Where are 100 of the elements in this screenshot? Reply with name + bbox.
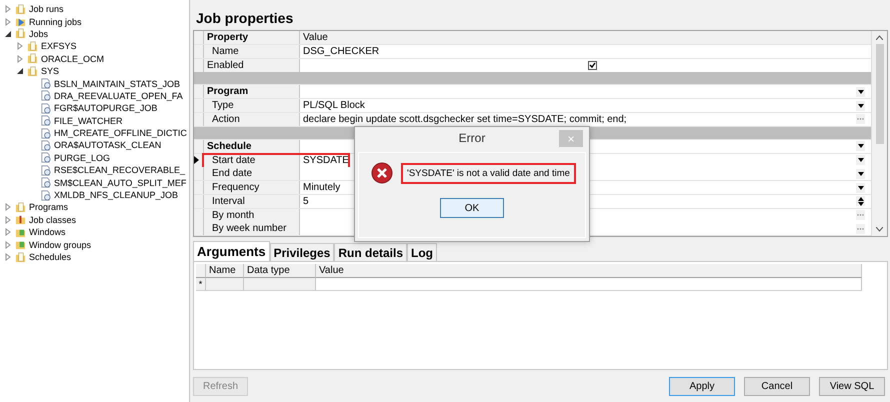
expand-arrow-icon[interactable] [4, 203, 12, 212]
tree-item[interactable]: Schedules [29, 252, 72, 262]
row-header [196, 264, 206, 278]
folder-icon [15, 239, 26, 250]
tab[interactable]: Run details [334, 243, 408, 261]
job-icon [40, 115, 51, 126]
scroll-down-icon[interactable] [876, 227, 883, 232]
folder-icon [27, 40, 38, 52]
action-button[interactable]: View SQL [819, 377, 885, 396]
tree-item[interactable]: HM_CREATE_OFFLINE_DICTIC [54, 128, 187, 138]
expand-arrow-icon[interactable] [4, 18, 12, 26]
property-label: Enabled [204, 58, 300, 72]
action-button[interactable]: Apply [669, 377, 735, 396]
tree-item[interactable]: EXFSYS [41, 41, 77, 52]
tree-item[interactable]: SM$CLEAN_AUTO_SPLIT_MEF [54, 178, 186, 188]
grid-cell[interactable] [316, 278, 862, 291]
property-label: Type [204, 99, 300, 112]
expand-arrow-icon[interactable] [4, 5, 12, 14]
property-label: Frequency [204, 181, 300, 194]
column-header: Value [300, 31, 871, 44]
job-icon [40, 152, 51, 164]
property-value[interactable]: declare begin update scott.dsgchecker set time=SYSDATE; commit; end; [303, 114, 627, 125]
property-label: Interval [204, 194, 300, 208]
error-message: 'SYSDATE' is not a valid date and time [401, 162, 576, 184]
tab[interactable]: Privileges [270, 243, 334, 261]
ellipsis-icon[interactable] [856, 224, 865, 234]
property-label: By week number [204, 222, 300, 236]
ellipsis-icon[interactable] [856, 210, 865, 220]
tree-item[interactable]: ORACLE_OCM [41, 54, 104, 64]
folder-icon [15, 28, 26, 40]
column-header: Value [316, 264, 862, 278]
tree-item[interactable]: Job classes [29, 214, 76, 225]
expand-arrow-icon[interactable] [16, 54, 24, 63]
grid-cell[interactable] [206, 278, 244, 291]
property-label: Action [204, 112, 300, 126]
column-header: Data type [244, 264, 316, 278]
dropdown-arrow-icon[interactable] [856, 168, 865, 179]
folder-icon [27, 53, 38, 64]
tree-item[interactable]: Job runs [29, 4, 64, 14]
new-row-marker: * [196, 278, 206, 291]
tree-item[interactable]: ORA$AUTOTASK_CLEAN [54, 140, 162, 150]
scroll-up-icon[interactable] [876, 35, 883, 40]
column-header: Property [204, 31, 300, 44]
expand-arrow-icon[interactable] [16, 42, 24, 50]
job-icon [40, 164, 51, 176]
property-value[interactable]: DSG_CHECKER [303, 46, 380, 57]
tree-item[interactable]: Windows [29, 227, 66, 238]
tab[interactable]: Arguments [193, 241, 270, 261]
property-label: Name [204, 44, 300, 58]
property-value[interactable]: SYSDATE [303, 154, 349, 166]
expand-arrow-icon[interactable] [4, 216, 12, 224]
property-value[interactable]: PL/SQL Block [303, 100, 365, 112]
folder-icon [15, 252, 26, 262]
tree-item[interactable]: XMLDB_NFS_CLEANUP_JOB [54, 190, 178, 200]
spin-buttons-icon[interactable] [856, 196, 865, 206]
dropdown-arrow-icon[interactable] [856, 155, 865, 165]
tree-item[interactable]: Programs [29, 202, 68, 212]
enabled-checkbox[interactable] [588, 60, 597, 70]
dropdown-arrow-icon[interactable] [856, 86, 865, 97]
tree-item[interactable]: RSE$CLEAN_RECOVERABLE_ [54, 165, 186, 176]
job-icon [40, 128, 51, 139]
property-value[interactable]: 5 [303, 196, 309, 207]
tree-item[interactable]: DRA_REEVALUATE_OPEN_FA [54, 90, 183, 101]
dropdown-arrow-icon[interactable] [856, 141, 865, 152]
dropdown-arrow-icon[interactable] [856, 182, 865, 192]
section-label: Schedule [204, 140, 300, 153]
tree-item[interactable]: Jobs [29, 28, 48, 39]
tree-item[interactable]: Running jobs [29, 16, 82, 27]
expand-arrow-icon[interactable] [4, 228, 12, 236]
column-header: Name [206, 264, 244, 278]
collapse-arrow-icon[interactable] [4, 30, 12, 38]
action-button[interactable]: Cancel [744, 377, 810, 396]
property-value[interactable]: Minutely [303, 182, 340, 193]
grid-cell[interactable] [244, 278, 316, 291]
section-label: Program [204, 85, 300, 98]
folder-icon [15, 202, 26, 213]
job-icon [40, 102, 51, 114]
error-icon [371, 162, 393, 184]
collapse-arrow-icon[interactable] [16, 67, 24, 76]
scrollbar[interactable] [871, 31, 887, 236]
panel-title: Job properties [195, 9, 294, 28]
tab[interactable]: Log [407, 243, 438, 261]
job-icon [40, 190, 51, 201]
job-icon [40, 90, 51, 102]
tree-item[interactable]: BSLN_MAINTAIN_STATS_JOB [54, 78, 180, 89]
tree-item[interactable]: FILE_WATCHER [54, 116, 123, 126]
property-label: End date [204, 167, 300, 180]
scroll-thumb[interactable] [876, 44, 884, 144]
job-icon [40, 177, 51, 188]
dialog-title: Error [458, 131, 486, 145]
expand-arrow-icon[interactable] [4, 253, 12, 261]
tree-item[interactable]: FGR$AUTOPURGE_JOB [54, 103, 158, 114]
expand-arrow-icon[interactable] [4, 240, 12, 249]
ok-button[interactable]: OK [440, 198, 504, 218]
tree-item[interactable]: SYS [41, 66, 60, 76]
tree-item[interactable]: Window groups [29, 240, 92, 250]
property-label: By month [204, 208, 300, 222]
job-icon [40, 140, 51, 151]
tree-item[interactable]: PURGE_LOG [54, 152, 110, 163]
dropdown-arrow-icon[interactable] [856, 100, 865, 111]
